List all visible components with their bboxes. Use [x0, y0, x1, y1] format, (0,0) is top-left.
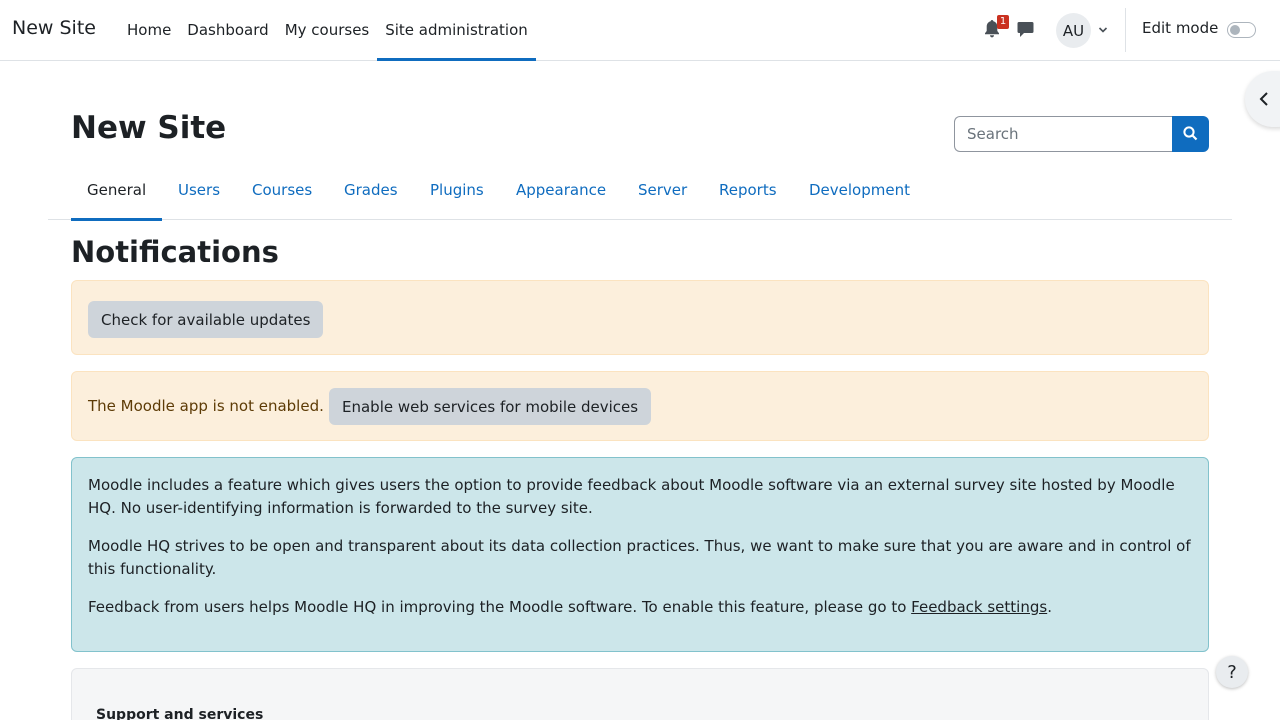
check-updates-button[interactable]: Check for available updates [88, 301, 324, 338]
toggle-knob [1230, 25, 1240, 35]
feedback-settings-link[interactable]: Feedback settings [911, 598, 1047, 616]
tab-users[interactable]: Users [162, 160, 236, 220]
mobile-app-message: The Moodle app is not enabled. [88, 397, 324, 415]
open-drawer-button[interactable] [1245, 71, 1280, 127]
support-title: Support and services [96, 707, 264, 720]
search-icon [1183, 126, 1198, 141]
notification-count-badge: 1 [997, 15, 1009, 29]
info-paragraph-1: Moodle includes a feature which gives us… [88, 476, 1175, 517]
info-paragraph-2: Moodle HQ strives to be open and transpa… [88, 537, 1191, 578]
nav-item-my-courses[interactable]: My courses [277, 0, 378, 60]
admin-tabs: General Users Courses Grades Plugins App… [48, 160, 1232, 221]
help-button[interactable]: ? [1216, 656, 1248, 688]
tab-grades[interactable]: Grades [328, 160, 414, 220]
avatar-initials: AU [1062, 21, 1085, 40]
user-avatar[interactable]: AU [1056, 13, 1091, 48]
tab-appearance[interactable]: Appearance [500, 160, 622, 220]
tab-server[interactable]: Server [622, 160, 703, 220]
navbar-divider [1125, 8, 1126, 52]
mobile-app-alert: The Moodle app is not enabled. Enable we… [71, 371, 1209, 441]
support-card: Support and services [71, 668, 1209, 720]
feedback-info-alert: Moodle includes a feature which gives us… [71, 457, 1209, 652]
tab-development[interactable]: Development [793, 160, 926, 220]
page-title: New Site [71, 110, 227, 146]
edit-mode-label: Edit mode [1142, 19, 1219, 37]
nav-item-home[interactable]: Home [119, 0, 179, 60]
tab-reports[interactable]: Reports [703, 160, 793, 220]
updates-alert: Check for available updates [71, 280, 1209, 355]
tab-plugins[interactable]: Plugins [414, 160, 500, 220]
info-paragraph-3-suffix: . [1047, 598, 1052, 616]
nav-item-dashboard[interactable]: Dashboard [179, 0, 276, 60]
site-search [954, 116, 1209, 152]
info-paragraph-3: Feedback from users helps Moodle HQ in i… [88, 596, 1192, 619]
tab-courses[interactable]: Courses [236, 160, 328, 220]
search-input[interactable] [954, 116, 1173, 152]
enable-web-services-button[interactable]: Enable web services for mobile devices [329, 388, 652, 425]
nav-item-site-administration[interactable]: Site administration [377, 0, 536, 61]
primary-nav: Home Dashboard My courses Site administr… [119, 0, 536, 61]
tab-general[interactable]: General [71, 160, 163, 221]
info-paragraph-3-text: Feedback from users helps Moodle HQ in i… [88, 598, 912, 616]
site-brand[interactable]: New Site [12, 17, 96, 39]
search-button[interactable] [1172, 116, 1209, 152]
top-navbar: New Site Home Dashboard My courses Site … [0, 0, 1280, 61]
chevron-down-icon[interactable] [1098, 25, 1108, 35]
edit-mode-toggle[interactable] [1227, 22, 1256, 38]
section-title: Notifications [71, 235, 279, 269]
chat-icon[interactable] [1017, 21, 1034, 38]
chevron-left-icon [1259, 92, 1268, 106]
help-label: ? [1227, 661, 1237, 683]
